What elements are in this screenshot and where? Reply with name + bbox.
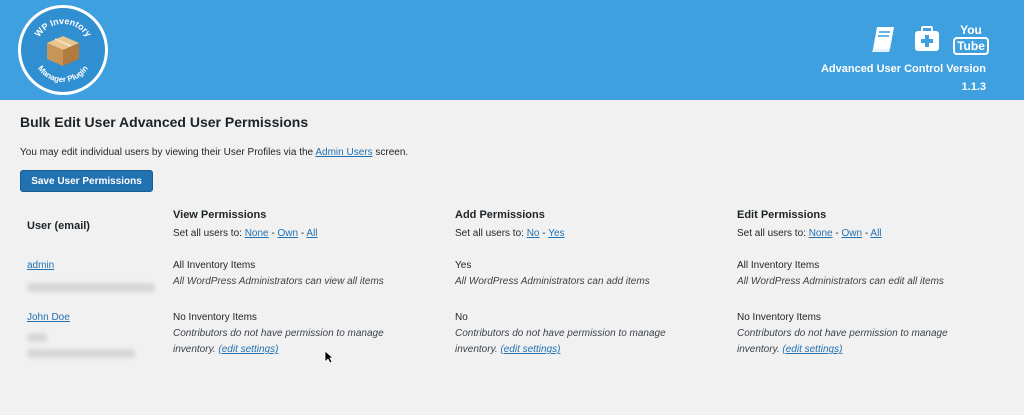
- edit-permission-cell: No Inventory Items Contributors do not h…: [737, 312, 948, 355]
- app-window: WP Inventory Manager Plugin You Tube Adv…: [0, 0, 1024, 415]
- edit-permission-cell: All Inventory Items All WordPress Admini…: [737, 260, 944, 287]
- edit-setall-row: Set all users to: None - Own - All: [737, 228, 882, 239]
- add-setall-row: Set all users to: No - Yes: [455, 228, 565, 239]
- save-user-permissions-button[interactable]: Save User Permissions: [20, 170, 153, 192]
- add-set-no-link[interactable]: No: [527, 228, 540, 239]
- plugin-header: WP Inventory Manager Plugin You Tube Adv…: [0, 0, 1024, 100]
- user-link-john-doe[interactable]: John Doe: [27, 310, 70, 326]
- svg-text:Manager Plugin: Manager Plugin: [36, 64, 90, 84]
- view-permissions-header: View Permissions: [173, 209, 267, 221]
- view-set-none-link[interactable]: None: [245, 228, 269, 239]
- edit-set-own-link[interactable]: Own: [842, 228, 863, 239]
- add-edit-settings-link[interactable]: (edit settings): [500, 344, 560, 355]
- add-permission-cell: No Contributors do not have permission t…: [455, 312, 666, 355]
- add-set-yes-link[interactable]: Yes: [548, 228, 564, 239]
- mouse-cursor-icon: [324, 350, 335, 369]
- book-icon[interactable]: [868, 24, 898, 54]
- redacted-email: [27, 349, 135, 358]
- svg-text:WP Inventory: WP Inventory: [33, 16, 94, 39]
- redacted-email: [27, 283, 155, 292]
- youtube-icon[interactable]: You Tube: [953, 24, 989, 55]
- add-permissions-header: Add Permissions: [455, 209, 545, 221]
- first-aid-kit-icon[interactable]: [912, 24, 942, 54]
- plugin-logo: WP Inventory Manager Plugin: [18, 5, 108, 95]
- main-content: Bulk Edit User Advanced User Permissions…: [0, 100, 1024, 415]
- edit-set-all-link[interactable]: All: [870, 228, 881, 239]
- view-permission-cell: No Inventory Items Contributors do not h…: [173, 312, 384, 355]
- view-set-own-link[interactable]: Own: [278, 228, 299, 239]
- view-setall-row: Set all users to: None - Own - All: [173, 228, 318, 239]
- admin-users-link[interactable]: Admin Users: [315, 147, 372, 158]
- user-column-header: User (email): [27, 220, 90, 232]
- view-edit-settings-link[interactable]: (edit settings): [218, 344, 278, 355]
- intro-text: You may edit individual users by viewing…: [20, 147, 409, 158]
- version-info: Advanced User Control Version 1.1.3: [820, 63, 986, 93]
- add-permission-cell: Yes All WordPress Administrators can add…: [455, 260, 650, 287]
- redacted-name: [27, 333, 47, 342]
- edit-permissions-header: Edit Permissions: [737, 209, 827, 221]
- user-link-admin[interactable]: admin: [27, 258, 54, 274]
- edit-edit-settings-link[interactable]: (edit settings): [782, 344, 842, 355]
- view-permission-cell: All Inventory Items All WordPress Admini…: [173, 260, 384, 287]
- page-title: Bulk Edit User Advanced User Permissions: [20, 114, 309, 130]
- edit-set-none-link[interactable]: None: [809, 228, 833, 239]
- view-set-all-link[interactable]: All: [306, 228, 317, 239]
